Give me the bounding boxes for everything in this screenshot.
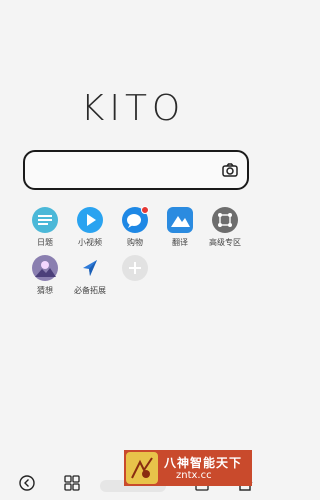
brand-logo: KITO [80,88,186,129]
mountain-icon [167,207,193,233]
landscape-icon [32,255,58,281]
app-label: 日题 [37,238,53,247]
app-label: 高级专区 [209,238,241,247]
app-label: 必备拓展 [74,286,106,295]
chat-icon [122,206,149,233]
app-label: 购物 [127,238,143,247]
app-label: 猜想 [37,286,53,295]
back-icon[interactable] [18,474,36,492]
notification-badge [141,206,149,214]
watermark-title: 八神智能天下 [164,456,243,470]
plus-icon [122,255,148,281]
search-box[interactable] [23,150,249,190]
app-extensions[interactable]: 必备拓展 [68,255,112,296]
watermark-url: zntx.cc [176,470,212,481]
add-app-button[interactable] [113,255,157,285]
search-input[interactable] [35,158,219,182]
camera-icon[interactable] [221,161,239,179]
arrow-shape-icon [77,255,103,281]
tabs-grid-icon[interactable] [63,474,81,492]
app-label: 翻译 [172,238,188,247]
nodes-icon [212,207,238,233]
app-translate[interactable]: 翻译 [158,207,202,248]
play-icon [77,207,103,233]
watermark-emblem-icon [126,452,158,484]
app-rizhi[interactable]: 日题 [23,207,67,248]
watermark-overlay: 八神智能天下 zntx.cc [124,450,252,486]
app-label: 小视频 [78,238,102,247]
app-shopping[interactable]: 购物 [113,206,157,248]
app-advanced-zone[interactable]: 高级专区 [203,207,247,248]
app-short-video[interactable]: 小视频 [68,207,112,248]
app-guess[interactable]: 猜想 [23,255,67,296]
menu-lines-icon [32,207,58,233]
